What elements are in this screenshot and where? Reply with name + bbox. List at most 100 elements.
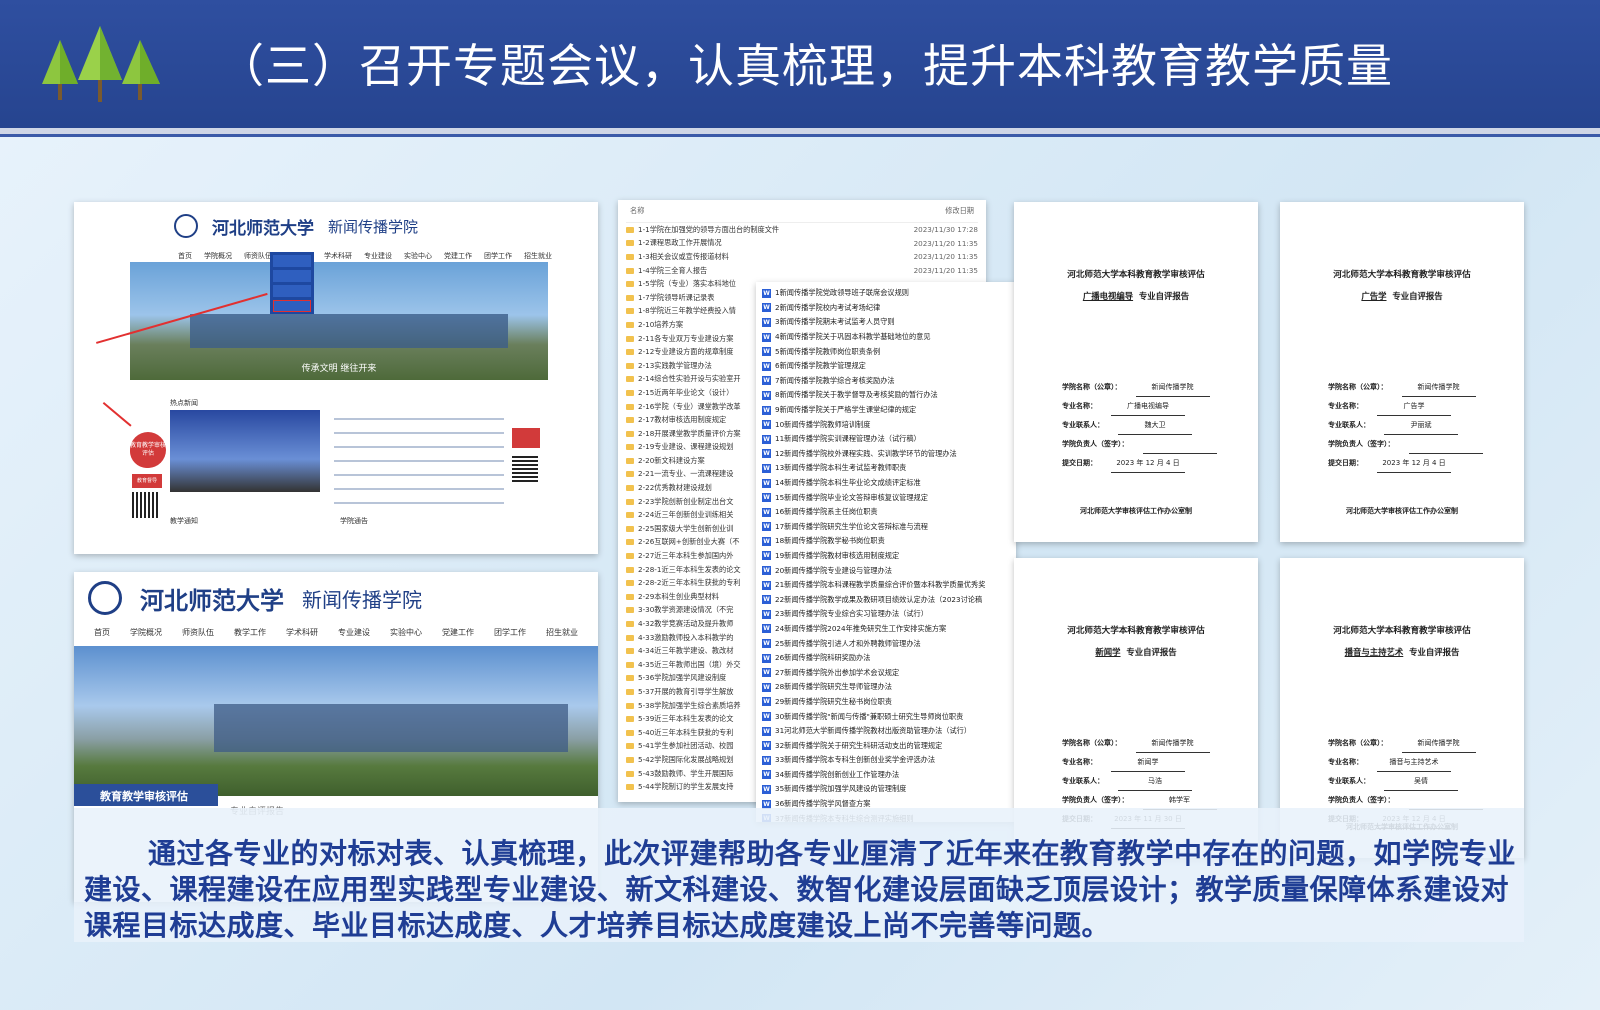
nav-item[interactable]: 专业建设 (364, 251, 392, 261)
assessment-tab[interactable]: 教育教学审核评估 (74, 784, 218, 806)
doc-row[interactable]: W 7新闻传播学院教学综合考核奖励办法 (762, 374, 1010, 389)
doc-row[interactable]: W 16新闻传播学院系主任岗位职责 (762, 505, 1010, 520)
doc-row[interactable]: W 30新闻传播学院"新闻与传播"兼职硕士研究生导师岗位职责 (762, 709, 1010, 724)
doc-row[interactable]: W 32新闻传播学院关于研究生科研活动支出的管理规定 (762, 738, 1010, 753)
nav-item[interactable]: 党建工作 (444, 251, 472, 261)
field-label: 专业联系人： (1328, 421, 1370, 429)
column-name[interactable]: 名称 (630, 206, 644, 216)
file-name: 1-2课程思政工作开展情况 (638, 238, 722, 248)
doc-row[interactable]: W 20新闻传播学院专业建设与管理办法 (762, 563, 1010, 578)
nav-item[interactable]: 团学工作 (494, 627, 526, 638)
doc-row[interactable]: W 5新闻传播学院教师岗位职责条例 (762, 344, 1010, 359)
doc-name: 18新闻传播学院教学秘书岗位职责 (775, 536, 885, 546)
nav-item[interactable]: 学术科研 (324, 251, 352, 261)
word-doc-icon: W (762, 361, 771, 371)
folder-icon (626, 281, 634, 288)
assessment-badge-label[interactable]: 教育教学审核评估 (130, 432, 166, 468)
doc-row[interactable]: W 31河北师范大学新闻传播学院教材出版资助管理办法（试行） (762, 724, 1010, 739)
doc-row[interactable]: W 13新闻传播学院本科生考试监考教师职责 (762, 461, 1010, 476)
supervision-badge[interactable]: 教育督导 (132, 474, 162, 488)
field-value: 马浩 (1118, 772, 1192, 791)
doc-row[interactable]: W 35新闻传播学院加强学风建设的管理制度 (762, 782, 1010, 797)
word-doc-icon: W (762, 726, 771, 736)
file-name: 2-26互联网+创新创业大赛（不 (638, 537, 740, 547)
doc-row[interactable]: W 15新闻传播学院毕业论文答辩审核复议管理规定 (762, 490, 1010, 505)
doc-row[interactable]: W 19新闻传播学院教材审核选用制度规定 (762, 549, 1010, 564)
doc-row[interactable]: W 24新闻传播学院2024年推免研究生工作安排实施方案 (762, 622, 1010, 637)
doc-row[interactable]: W 10新闻传播学院教师培训制度 (762, 417, 1010, 432)
nav-item[interactable]: 师资队伍 (244, 251, 272, 261)
doc-row[interactable]: W 9新闻传播学院关于严格学生课堂纪律的规定 (762, 403, 1010, 418)
folder-icon (626, 539, 634, 546)
doc-row[interactable]: W 1新闻传播学院党政领导班子联席会议规则 (762, 286, 1010, 301)
report-subtitle: 播音与主持艺术 专业自评报告 (1280, 646, 1524, 658)
doc-row[interactable]: W 17新闻传播学院研究生学位论文答辩标准与流程 (762, 520, 1010, 535)
column-date[interactable]: 修改日期 (945, 206, 974, 216)
dropdown-item[interactable] (273, 255, 311, 267)
doc-row[interactable]: W 12新闻传播学院校外课程实践、实训教学环节的管理办法 (762, 447, 1010, 462)
report-suffix: 专业自评报告 (1138, 291, 1190, 301)
doc-row[interactable]: W 4新闻传播学院关于巩固本科教学基础地位的意见 (762, 330, 1010, 345)
doc-row[interactable]: W 14新闻传播学院本科生毕业论文成绩评定标准 (762, 476, 1010, 491)
file-row[interactable]: 1-3相关会议或宣传报道材料 2023/11/20 11:35 (626, 250, 978, 264)
nav-item[interactable]: 团学工作 (484, 251, 512, 261)
doc-name: 24新闻传播学院2024年推免研究生工作安排实施方案 (775, 623, 947, 633)
doc-row[interactable]: W 29新闻传播学院研究生秘书岗位职责 (762, 695, 1010, 710)
folder-icon (626, 240, 634, 247)
dropdown-item[interactable] (273, 270, 311, 282)
file-row[interactable]: 1-1学院在加强党的领导方面出台的制度文件 2023/11/30 17:28 (626, 223, 978, 237)
doc-name: 16新闻传播学院系主任岗位职责 (775, 507, 878, 517)
doc-row[interactable]: W 23新闻传播学院专业综合实习管理办法（试行） (762, 607, 1010, 622)
dropdown-item[interactable] (273, 285, 311, 297)
file-row[interactable]: 1-2课程思政工作开展情况 2023/11/20 11:35 (626, 237, 978, 251)
word-doc-icon: W (762, 449, 771, 459)
nav-item[interactable]: 招生就业 (524, 251, 552, 261)
field-value: 新闻传播学院 (1135, 734, 1210, 753)
file-row[interactable]: 1-4学院三全育人报告 2023/11/20 11:35 (626, 264, 978, 278)
nav-item[interactable]: 招生就业 (546, 627, 578, 638)
nav-item[interactable]: 学术科研 (286, 627, 318, 638)
doc-row[interactable]: W 18新闻传播学院教学秘书岗位职责 (762, 534, 1010, 549)
folder-icon (626, 294, 634, 301)
nav-item[interactable]: 党建工作 (442, 627, 474, 638)
doc-row[interactable]: W 33新闻传播学院本专科生创新创业奖学金评选办法 (762, 753, 1010, 768)
doc-row[interactable]: W 34新闻传播学院创新创业工作管理办法 (762, 768, 1010, 783)
field-label: 学院负责人（签字）： (1328, 440, 1395, 448)
folder-icon (626, 716, 634, 723)
lower-right-heading: 学院通告 (340, 517, 368, 525)
doc-row[interactable]: W 26新闻传播学院科研奖励办法 (762, 651, 1010, 666)
file-name: 5-38学院加强学生综合素质培养 (638, 700, 741, 710)
nav-item[interactable]: 实验中心 (404, 251, 432, 261)
doc-row[interactable]: W 2新闻传播学院校内考试考场纪律 (762, 301, 1010, 316)
folder-icon (626, 634, 634, 641)
nav-item[interactable]: 师资队伍 (182, 627, 214, 638)
doc-name: 32新闻传播学院关于研究生科研活动支出的管理规定 (775, 740, 943, 750)
report-field: 专业名称： 广播电视编导 (1062, 397, 1258, 416)
field-value: 广告学 (1377, 397, 1451, 416)
nav-item[interactable]: 教学工作 (234, 627, 266, 638)
nav-item[interactable]: 首页 (178, 251, 192, 261)
nav-item[interactable]: 学院概况 (130, 627, 162, 638)
news-line (334, 488, 504, 490)
doc-row[interactable]: W 8新闻传播学院关于教学督导及考核奖励的暂行办法 (762, 388, 1010, 403)
doc-row[interactable]: W 22新闻传播学院教学成果及教研项目绩效认定办法（2023讨论稿 (762, 592, 1010, 607)
file-date: 2023/11/30 17:28 (913, 225, 978, 235)
nav-item[interactable]: 学院概况 (204, 251, 232, 261)
nav-item[interactable]: 实验中心 (390, 627, 422, 638)
doc-row[interactable]: W 25新闻传播学院引进人才和外聘教师管理办法 (762, 636, 1010, 651)
college-name: 新闻传播学院 (328, 217, 419, 236)
file-name: 5-44学院制订的学生发展支持 (638, 782, 734, 792)
doc-row[interactable]: W 6新闻传播学院教学管理规定 (762, 359, 1010, 374)
dropdown-item[interactable] (273, 300, 311, 312)
nav-item[interactable]: 专业建设 (338, 627, 370, 638)
report-cover-1: 河北师范大学本科教育教学审核评估 广播电视编导 专业自评报告 学院名称（公章）： 新闻… (1014, 202, 1258, 542)
right-badge[interactable] (512, 428, 540, 448)
report-field: 专业名称： 播音与主持艺术 (1328, 753, 1524, 772)
doc-row[interactable]: W 3新闻传播学院期末考试监考人员守则 (762, 315, 1010, 330)
news-line (334, 446, 504, 448)
doc-row[interactable]: W 11新闻传播学院实训课程管理办法（试行稿） (762, 432, 1010, 447)
doc-row[interactable]: W 28新闻传播学院研究生导师管理办法 (762, 680, 1010, 695)
doc-row[interactable]: W 21新闻传播学院本科课程教学质量综合评价暨本科教学质量优秀奖 (762, 578, 1010, 593)
doc-row[interactable]: W 27新闻传播学院外出参加学术会议规定 (762, 665, 1010, 680)
nav-item[interactable]: 首页 (94, 627, 110, 638)
